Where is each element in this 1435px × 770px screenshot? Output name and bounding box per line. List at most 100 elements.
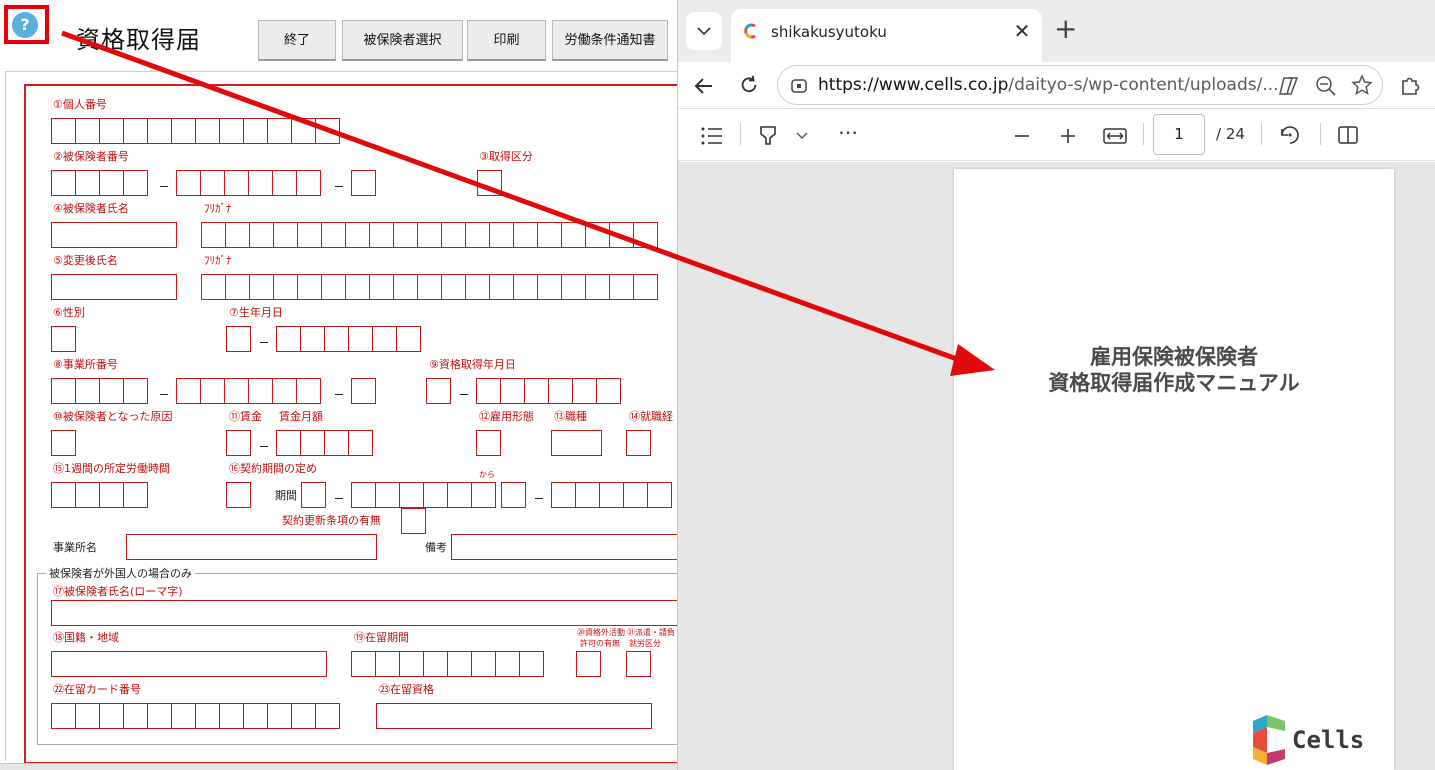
chevron-down-icon[interactable] (796, 132, 808, 140)
employment-route-input[interactable] (626, 430, 651, 456)
label-employment-type: ⑫雇用形態 (479, 410, 534, 423)
office-number-part2[interactable] (176, 378, 321, 404)
labor-conditions-button[interactable]: 労働条件通知書 (552, 20, 668, 61)
nationality-input[interactable] (51, 651, 327, 677)
separator (1143, 123, 1144, 145)
tab-actions-button[interactable] (686, 12, 722, 50)
acquisition-date-input[interactable] (476, 378, 621, 404)
url-text: https://www.cells.co.jp/daityo-s/wp-cont… (818, 75, 1279, 95)
divider (5, 71, 6, 761)
changed-name-kana-input[interactable] (201, 274, 658, 300)
pdf-viewer[interactable]: 雇用保険被保険者 資格取得届作成マニュアル Cells (678, 162, 1435, 770)
label-weekly-hours: ⑮1週間の所定労働時間 (53, 462, 170, 475)
page-number-input[interactable]: 1 (1153, 114, 1205, 155)
employment-type-input[interactable] (476, 430, 501, 456)
label-office-name: 事業所名 (53, 541, 97, 554)
label-personal-number: ①個人番号 (53, 98, 107, 111)
label-insured-number: ②被保険者番号 (53, 150, 129, 163)
insured-number-part2[interactable] (176, 170, 321, 196)
close-tab-icon[interactable]: ✕ (1009, 19, 1035, 43)
table-of-contents-icon[interactable] (700, 126, 724, 146)
print-button[interactable]: 印刷 (467, 20, 546, 61)
new-tab-button[interactable]: + (1054, 14, 1077, 44)
separator (1261, 123, 1262, 145)
label-gender: ⑥性別 (53, 306, 85, 319)
residence-card-input[interactable] (51, 703, 340, 729)
divider (6, 71, 678, 72)
label-cause: ⑩被保険者となった原因 (53, 410, 173, 423)
page-view-icon[interactable] (1337, 125, 1359, 145)
extensions-puzzle-icon[interactable] (1399, 74, 1421, 96)
screen: ? 資格取得届 終了 被保険者選択 印刷 労働条件通知書 ①個人番号 ②被保険者… (0, 0, 1435, 770)
renewal-clause-input[interactable] (401, 508, 426, 534)
acquisition-era-input[interactable] (426, 378, 451, 404)
contract-to-era-input[interactable] (501, 482, 526, 508)
form-title: 資格取得届 (76, 26, 201, 54)
contract-from-era-input[interactable] (301, 482, 326, 508)
favorite-star-icon[interactable] (1351, 74, 1373, 96)
dash (535, 498, 543, 499)
label-outside-activity: ⑳資格外活動 (577, 628, 625, 637)
label-roman-name: ⑰被保険者氏名(ローマ字) (53, 585, 183, 598)
site-info-icon[interactable] (790, 76, 808, 94)
insured-name-input[interactable] (51, 222, 177, 248)
reload-icon[interactable] (738, 74, 760, 96)
gender-input[interactable] (51, 326, 76, 352)
zoom-in-plus-icon[interactable] (1059, 127, 1077, 145)
roman-name-input[interactable] (51, 600, 678, 626)
label-wage: ⑪賃金 (229, 410, 262, 423)
occupation-input[interactable] (551, 430, 602, 456)
contract-period-flag-input[interactable] (226, 482, 251, 508)
contract-from-date-input[interactable] (351, 482, 496, 508)
dash (335, 394, 343, 395)
birth-era-input[interactable] (226, 326, 251, 352)
copilot-icon[interactable] (1278, 75, 1300, 97)
rotate-icon[interactable] (1278, 123, 1302, 147)
dispatch-input[interactable] (626, 651, 651, 677)
zoom-out-icon[interactable] (1315, 75, 1337, 97)
stay-period-input[interactable] (351, 651, 544, 677)
address-bar-row: https://www.cells.co.jp/daityo-s/wp-cont… (678, 62, 1435, 109)
birth-date-input[interactable] (276, 326, 421, 352)
zoom-out-minus-icon[interactable] (1013, 127, 1031, 145)
dash (160, 394, 168, 395)
cause-input[interactable] (51, 430, 76, 456)
insured-name-kana-input[interactable] (201, 222, 658, 248)
acquisition-type-input[interactable] (477, 170, 502, 196)
monthly-wage-input[interactable] (276, 430, 373, 456)
label-acquisition-date: ⑨資格取得年月日 (429, 358, 516, 371)
pdf-page: 雇用保険被保険者 資格取得届作成マニュアル Cells (954, 169, 1394, 770)
back-arrow-icon[interactable] (692, 74, 716, 98)
outside-activity-input[interactable] (576, 651, 601, 677)
select-insured-button[interactable]: 被保険者選択 (342, 20, 463, 61)
insured-number-part1[interactable] (51, 170, 148, 196)
insured-number-part3[interactable] (351, 170, 376, 196)
dash (260, 446, 268, 447)
dash (160, 186, 168, 187)
help-button[interactable]: ? (4, 5, 49, 44)
separator (740, 123, 741, 145)
horizontal-scrollbar[interactable] (0, 763, 678, 770)
remarks-input[interactable] (451, 534, 678, 560)
more-options-icon[interactable]: ⋯ (838, 120, 858, 144)
browser-window: shikakusyutoku ✕ + https://www.cells.co.… (677, 0, 1435, 770)
highlighter-icon[interactable] (758, 124, 778, 146)
tab-active[interactable]: shikakusyutoku ✕ (731, 9, 1042, 62)
contract-to-date-input[interactable] (551, 482, 672, 508)
residence-status-input[interactable] (376, 703, 652, 729)
label-furigana: ﾌﾘｶﾞﾅ (204, 202, 232, 215)
url-field[interactable]: https://www.cells.co.jp/daityo-s/wp-cont… (777, 65, 1383, 105)
label-birth-date: ⑦生年月日 (229, 306, 283, 319)
label-employment-route: ⑭就職経 (629, 410, 673, 423)
office-number-part3[interactable] (351, 378, 376, 404)
weekly-hours-input[interactable] (51, 482, 148, 508)
office-name-input[interactable] (126, 534, 377, 560)
personal-number-input[interactable] (51, 118, 340, 144)
office-number-part1[interactable] (51, 378, 148, 404)
fit-width-icon[interactable] (1103, 127, 1127, 145)
changed-name-input[interactable] (51, 274, 177, 300)
exit-button[interactable]: 終了 (258, 20, 336, 61)
pdf-toolbar: ⋯ 1 / 24 (678, 110, 1435, 161)
label-residence-status: ㉓在留資格 (379, 683, 434, 696)
wage-type-input[interactable] (226, 430, 251, 456)
